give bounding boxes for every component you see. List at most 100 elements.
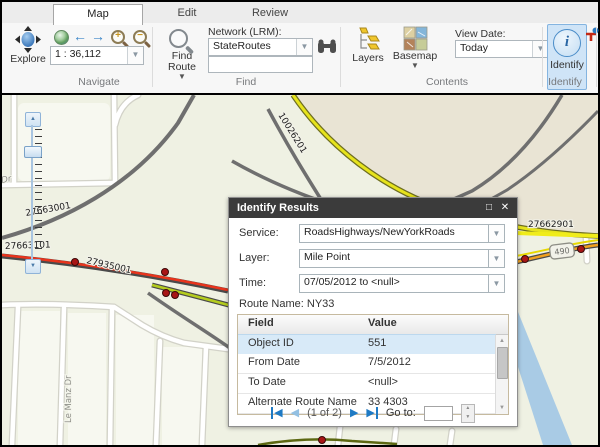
view-date-label: View Date: — [455, 28, 506, 40]
service-value: RoadsHighways/NewYorkRoads — [304, 226, 455, 238]
network-lrm-combobox[interactable]: StateRoutes ▼ — [208, 38, 313, 56]
last-page-icon[interactable]: ▶ — [366, 407, 377, 419]
identify-button-label: Identify — [550, 60, 584, 71]
application-window: Map Edit Review Explore ← → + − 1 : 36,1… — [0, 0, 600, 447]
view-date-combobox[interactable]: Today ▼ — [455, 40, 549, 58]
spinner-down-icon[interactable]: ▼ — [465, 415, 470, 420]
chevron-down-icon: ▼ — [178, 73, 186, 80]
chevron-down-icon: ▼ — [411, 62, 419, 69]
cell-value: 551 — [368, 337, 386, 349]
chevron-down-icon[interactable]: ▼ — [296, 39, 312, 55]
cell-value: 7/5/2012 — [368, 356, 411, 368]
table-row[interactable]: To Date <null> — [238, 374, 496, 394]
spinner-up-icon[interactable]: ▲ — [465, 406, 470, 411]
zoom-in-icon[interactable]: + — [111, 30, 125, 44]
cell-field: From Date — [248, 356, 300, 368]
goto-spinner[interactable]: ▲▼ — [461, 404, 475, 423]
value-column-header: Value — [368, 317, 397, 329]
tab-map-label: Map — [87, 8, 108, 20]
goto-label: Go to: — [386, 407, 416, 419]
time-combobox[interactable]: 07/05/2012 to <null> — [299, 274, 491, 293]
layers-icon — [354, 26, 382, 53]
forward-extent-arrow-icon[interactable]: → — [91, 29, 105, 43]
find-route-button[interactable]: Find Route ▼ — [160, 26, 204, 80]
table-row[interactable]: Object ID 551 — [238, 334, 496, 355]
route-name-label: Route Name: — [239, 298, 304, 310]
dialog-title-bar[interactable]: Identify Results □ ✕ — [229, 198, 517, 218]
scrollbar-thumb[interactable] — [497, 347, 508, 379]
group-label-find: Find — [196, 76, 296, 88]
slider-handle[interactable] — [24, 146, 42, 158]
next-page-icon[interactable]: ▶ — [350, 407, 358, 419]
back-extent-arrow-icon[interactable]: ← — [73, 29, 87, 43]
cell-field: To Date — [248, 376, 286, 388]
route-shield-490: 490 — [549, 243, 575, 260]
group-label-navigate: Navigate — [49, 76, 149, 88]
layer-combobox[interactable]: Mile Point — [299, 249, 491, 268]
binoculars-icon[interactable] — [317, 38, 337, 55]
tab-review[interactable]: Review — [234, 4, 306, 22]
view-date-value: Today — [460, 42, 532, 54]
tab-map[interactable]: Map — [53, 4, 143, 25]
zoom-out-icon[interactable]: − — [133, 30, 147, 44]
basemap-icon — [403, 26, 428, 51]
explore-label: Explore — [10, 54, 46, 65]
scroll-up-icon[interactable]: ▲ — [497, 336, 507, 346]
results-pager: ◀ ◀ (1 of 2) ▶ ▶ Go to: ▲▼ — [229, 402, 517, 424]
layer-label: Layer: — [239, 252, 270, 264]
route-name-value: NY33 — [307, 298, 335, 310]
time-value: 07/05/2012 to <null> — [304, 276, 400, 288]
group-separator — [596, 27, 597, 87]
chevron-down-icon[interactable]: ▼ — [488, 274, 505, 293]
field-column-header: Field — [248, 317, 274, 329]
chevron-down-icon[interactable]: ▼ — [488, 249, 505, 268]
minus-glyph: − — [135, 29, 145, 43]
cell-value: <null> — [368, 376, 398, 388]
map-scale-value: 1 : 36,112 — [55, 48, 127, 60]
table-row[interactable]: From Date 7/5/2012 — [238, 354, 496, 374]
chevron-down-icon[interactable]: ▼ — [532, 41, 548, 57]
cell-field: Object ID — [248, 337, 294, 349]
group-separator — [340, 27, 341, 87]
layer-value: Mile Point — [304, 251, 350, 263]
map-zoom-slider[interactable]: ▲ ▼ — [24, 112, 44, 272]
plus-glyph: + — [113, 29, 123, 43]
group-separator — [152, 27, 153, 87]
full-extent-globe-icon[interactable] — [54, 30, 69, 45]
explore-icon — [13, 26, 43, 54]
chevron-down-icon[interactable]: ▼ — [127, 47, 143, 64]
close-icon[interactable]: ✕ — [497, 198, 513, 218]
basemap-button[interactable]: Basemap ▼ — [392, 26, 438, 69]
layers-button[interactable]: Layers — [348, 26, 388, 64]
attributes-table: Field Value Object ID 551 From Date 7/5/… — [237, 314, 509, 415]
explore-button[interactable]: Explore — [7, 26, 49, 65]
page-indicator: (1 of 2) — [307, 407, 342, 419]
group-label-contents: Contents — [397, 76, 497, 88]
route-label-27662901: 27662901 — [528, 220, 574, 230]
dialog-title: Identify Results — [237, 202, 319, 214]
table-header-row: Field Value — [238, 315, 508, 335]
time-label: Time: — [239, 277, 266, 289]
layers-label: Layers — [352, 53, 384, 64]
first-page-icon[interactable]: ◀ — [271, 407, 282, 419]
route-name-line: Route Name: NY33 — [239, 298, 334, 310]
network-lrm-label: Network (LRM): — [208, 26, 282, 38]
identify-icon: i — [553, 29, 581, 57]
slider-zoom-out-button[interactable]: ▼ — [25, 259, 41, 274]
network-lrm-value: StateRoutes — [213, 40, 296, 52]
maximize-icon[interactable]: □ — [481, 198, 497, 218]
chevron-down-icon[interactable]: ▼ — [488, 224, 505, 243]
slider-zoom-in-button[interactable]: ▲ — [25, 112, 41, 127]
service-combobox[interactable]: RoadsHighways/NewYorkRoads — [299, 224, 491, 243]
shield-number: 490 — [554, 246, 570, 257]
ribbon: Explore ← → + − 1 : 36,112 ▼ Navigate Fi… — [2, 23, 598, 93]
group-label-identify: Identify — [515, 76, 600, 88]
find-route-magnifier-icon — [169, 29, 188, 48]
route-input-field[interactable] — [208, 56, 313, 73]
goto-page-input[interactable] — [424, 406, 453, 421]
tab-edit[interactable]: Edit — [151, 4, 223, 22]
map-scale-combobox[interactable]: 1 : 36,112 ▼ — [50, 46, 144, 65]
previous-page-icon[interactable]: ◀ — [291, 407, 299, 419]
identify-results-dialog: Identify Results □ ✕ Service: RoadsHighw… — [228, 197, 518, 427]
street-label-le-manz-dr: Le Manz Dr — [64, 375, 74, 423]
